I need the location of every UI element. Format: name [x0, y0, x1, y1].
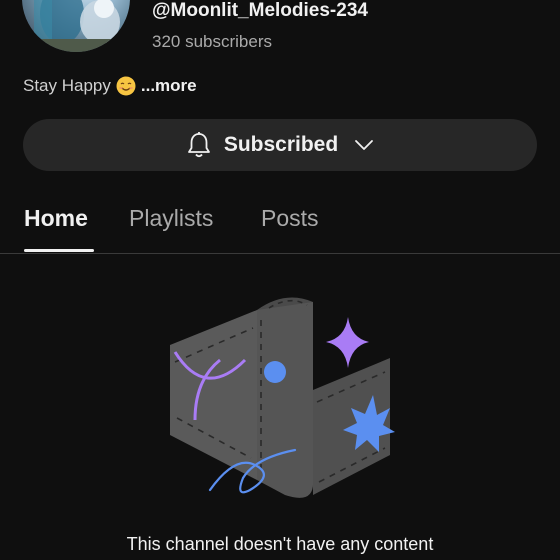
- tab-playlists[interactable]: Playlists: [129, 205, 213, 232]
- tab-posts[interactable]: Posts: [261, 205, 319, 232]
- channel-tabs: Home Playlists Posts: [0, 195, 560, 254]
- empty-channel-illustration: [170, 297, 395, 498]
- bio-text: Stay Happy: [23, 76, 111, 95]
- subscribed-label: Subscribed: [223, 133, 339, 156]
- tab-home[interactable]: Home: [24, 205, 88, 232]
- chevron-down-icon: [355, 140, 374, 150]
- subscriber-count: 320 subscribers: [152, 32, 273, 51]
- channel-avatar[interactable]: [22, 0, 130, 52]
- smiling-face-emoji-icon: [116, 76, 136, 96]
- bell-icon: [187, 132, 210, 158]
- channel-handle: @Moonlit_Melodies-234: [152, 0, 368, 21]
- subscribed-button[interactable]: Subscribed: [23, 119, 537, 171]
- active-tab-indicator: [24, 249, 94, 252]
- channel-description[interactable]: Stay Happy ...more: [23, 76, 197, 96]
- more-link[interactable]: ...more: [141, 76, 197, 96]
- empty-state-message: This channel doesn't have any content: [126, 534, 434, 554]
- avatar-image: [22, 0, 130, 52]
